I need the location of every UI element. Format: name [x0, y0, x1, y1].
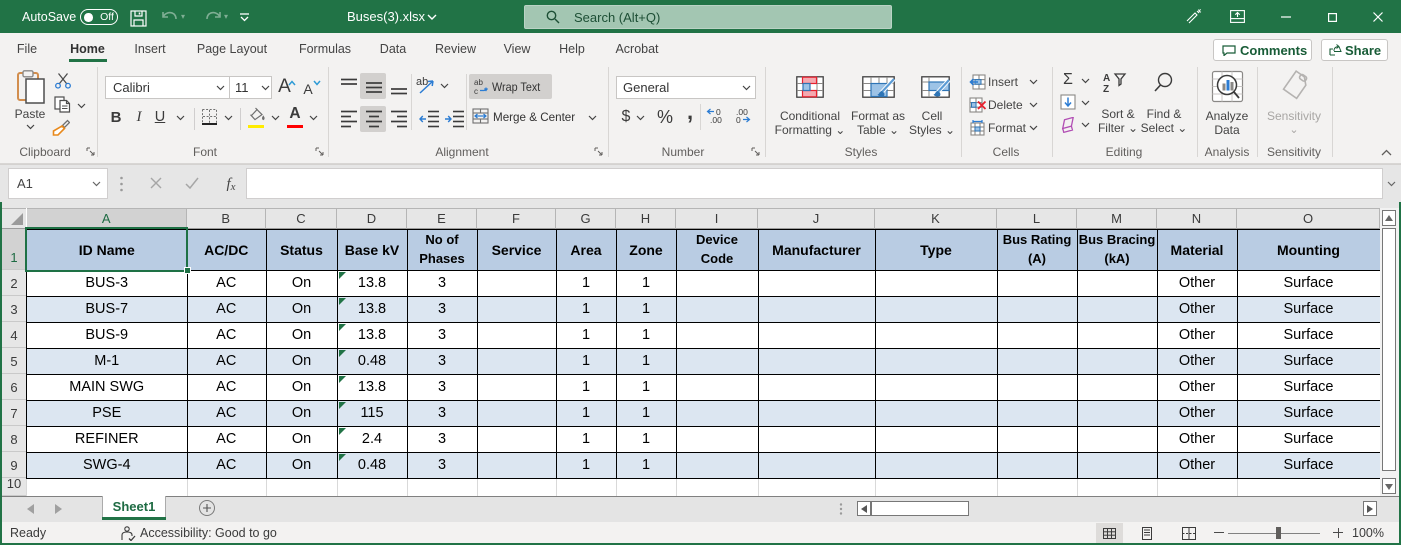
svg-text:c: c — [474, 87, 478, 95]
svg-text:A: A — [1103, 73, 1110, 84]
svg-text:.00: .00 — [710, 115, 722, 125]
svg-text:ab: ab — [474, 78, 483, 87]
svg-text:0: 0 — [736, 115, 741, 125]
svg-text:Z: Z — [1103, 84, 1109, 94]
